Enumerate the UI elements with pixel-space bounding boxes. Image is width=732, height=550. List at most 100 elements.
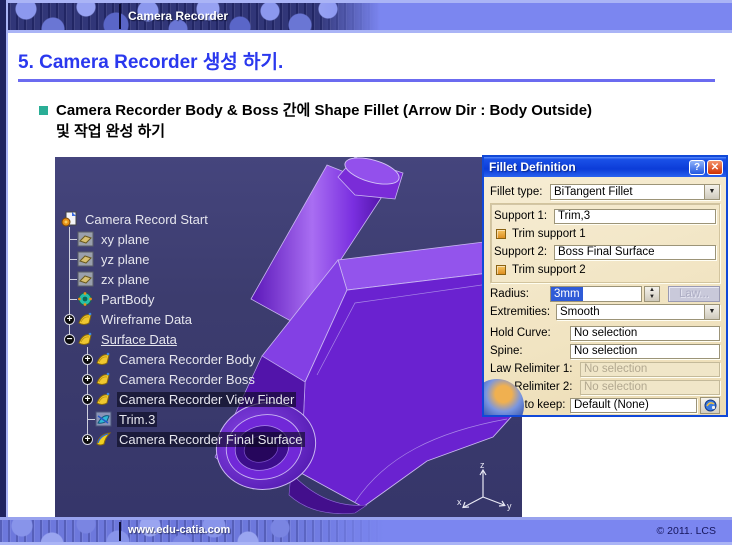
tree-item-xy-plane[interactable]: xy plane: [77, 229, 151, 249]
header-separator: [119, 4, 121, 29]
expander-cr-view-finder[interactable]: +: [82, 394, 93, 405]
close-icon[interactable]: ✕: [707, 160, 723, 175]
geometrical-set-icon: [95, 351, 112, 367]
trim-support2-checkbox[interactable]: [496, 265, 506, 275]
tree-item-trim-3[interactable]: Trim.3: [95, 409, 157, 429]
expander-cr-boss[interactable]: +: [82, 374, 93, 385]
tree-tick: [69, 279, 77, 280]
axis-triad: z x y: [456, 459, 514, 511]
expander-cr-body[interactable]: +: [82, 354, 93, 365]
tree-item-label: Camera Recorder Body: [117, 352, 258, 367]
tree-item-surface-data[interactable]: Surface Data: [77, 329, 179, 349]
tree-item-label: yz plane: [99, 252, 151, 267]
geometrical-set-icon: [77, 311, 94, 327]
trim-support2-label: Trim support 2: [512, 264, 586, 276]
catia-3d-viewport[interactable]: + − + + + + Camera Record Start: [55, 157, 522, 517]
dialog-body: Fillet type: BiTangent Fillet ▼ Support …: [484, 177, 726, 417]
chevron-down-icon[interactable]: ▼: [704, 185, 719, 199]
slide-left-border: [0, 0, 8, 517]
partbody-gear-icon: [77, 291, 94, 307]
tree-item-yz-plane[interactable]: yz plane: [77, 249, 151, 269]
trim-support1-label: Trim support 1: [512, 228, 586, 240]
radius-label: Radius:: [490, 288, 550, 300]
geometrical-set-icon: [95, 371, 112, 387]
extremities-value: Smooth: [557, 305, 704, 319]
tree-item-label: PartBody: [99, 292, 156, 307]
hold-curve-field[interactable]: No selection: [570, 326, 720, 341]
tree-item-label: Camera Recorder Boss: [117, 372, 257, 387]
plane-icon: [77, 271, 94, 287]
fillet-definition-dialog: Fillet Definition ? ✕ Fillet type: BiTan…: [482, 155, 728, 417]
faces-to-keep-field[interactable]: Default (None): [570, 398, 697, 413]
plane-icon: [77, 231, 94, 247]
help-icon[interactable]: ?: [689, 160, 705, 175]
law-relimiter1-field[interactable]: No selection: [580, 362, 720, 377]
header-band: Camera Recorder: [8, 0, 732, 33]
tree-item-wireframe-data[interactable]: Wireframe Data: [77, 309, 194, 329]
supports-group: Support 1: Trim,3 Trim support 1 Support…: [490, 203, 720, 283]
tree-item-label: zx plane: [99, 272, 151, 287]
tree-item-label: Camera Recorder View Finder: [117, 392, 296, 407]
footer-url: www.edu-catia.com: [128, 524, 230, 536]
face-pointer-icon: [704, 399, 717, 412]
spinner-up-icon[interactable]: ▲: [645, 287, 659, 294]
tree-item-camera-recorder-view-finder[interactable]: Camera Recorder View Finder: [95, 389, 296, 409]
extremities-label: Extremities:: [490, 306, 556, 318]
radius-input[interactable]: 3mm: [550, 286, 642, 302]
page-title: 5. Camera Recorder 생성 하기.: [18, 47, 283, 74]
tree-tick: [69, 259, 77, 260]
bullet-line-1: Camera Recorder Body & Boss 간에 Shape Fil…: [56, 100, 724, 121]
tree-item-label: Wireframe Data: [99, 312, 194, 327]
expander-cr-final-surface[interactable]: +: [82, 434, 93, 445]
tree-item-camera-recorder-final-surface[interactable]: Camera Recorder Final Surface: [95, 429, 305, 449]
tree-tick: [69, 239, 77, 240]
footer-separator: [119, 522, 121, 541]
spine-field[interactable]: No selection: [570, 344, 720, 359]
fillet-type-value: BiTangent Fillet: [551, 185, 704, 199]
law-relimiter2-field[interactable]: No selection: [580, 380, 720, 395]
title-rule: [18, 79, 715, 82]
dialog-title: Fillet Definition: [489, 160, 687, 174]
tree-item-label: Camera Recorder Final Surface: [117, 432, 305, 447]
radius-value: 3mm: [551, 287, 583, 301]
tree-tick: [87, 419, 95, 420]
support2-field[interactable]: Boss Final Surface: [554, 245, 716, 260]
tree-item-partbody[interactable]: PartBody: [77, 289, 156, 309]
bullet-square-icon: [39, 106, 48, 115]
dialog-titlebar[interactable]: Fillet Definition ? ✕: [484, 157, 726, 177]
hold-curve-label: Hold Curve:: [490, 327, 570, 339]
plane-icon: [77, 251, 94, 267]
expander-wireframe-data[interactable]: +: [64, 314, 75, 325]
trim-icon: [95, 411, 112, 427]
fillet-type-dropdown[interactable]: BiTangent Fillet ▼: [550, 184, 720, 200]
support1-label: Support 1:: [494, 210, 554, 222]
law-relimiter1-label: Law Relimiter 1:: [490, 363, 580, 375]
trim-support1-checkbox[interactable]: [496, 229, 506, 239]
footer-copyright: © 2011. LCS: [657, 525, 717, 537]
tree-item-camera-recorder-boss[interactable]: Camera Recorder Boss: [95, 369, 257, 389]
geometrical-set-icon: [77, 331, 94, 347]
geometrical-set-icon: [95, 391, 112, 407]
surface-icon: [95, 431, 112, 447]
axis-y-label: y: [507, 501, 512, 511]
tree-item-camera-recorder-body[interactable]: Camera Recorder Body: [95, 349, 258, 369]
slide: Camera Recorder 5. Camera Recorder 생성 하기…: [0, 0, 732, 550]
bullet-line-2: 및 작업 완성 하기: [56, 121, 724, 142]
expander-surface-data[interactable]: −: [64, 334, 75, 345]
tree-item-zx-plane[interactable]: zx plane: [77, 269, 151, 289]
header-tab-label: Camera Recorder: [128, 9, 228, 23]
support1-field[interactable]: Trim,3: [554, 209, 716, 224]
tree-item-camera-record-start[interactable]: Camera Record Start: [61, 209, 210, 229]
chevron-down-icon[interactable]: ▼: [704, 305, 719, 319]
radius-spinner[interactable]: ▲ ▼: [644, 286, 660, 302]
specification-tree: + − + + + + Camera Record Start: [59, 181, 359, 431]
law-button[interactable]: Law...: [668, 286, 720, 302]
axis-z-label: z: [480, 460, 485, 470]
fillet-type-label: Fillet type:: [490, 186, 550, 198]
extremities-dropdown[interactable]: Smooth ▼: [556, 304, 720, 320]
axis-x-label: x: [457, 497, 462, 507]
spinner-down-icon[interactable]: ▼: [645, 294, 659, 301]
tree-item-label: xy plane: [99, 232, 151, 247]
face-selector-button[interactable]: [700, 397, 720, 414]
spine-label: Spine:: [490, 345, 570, 357]
